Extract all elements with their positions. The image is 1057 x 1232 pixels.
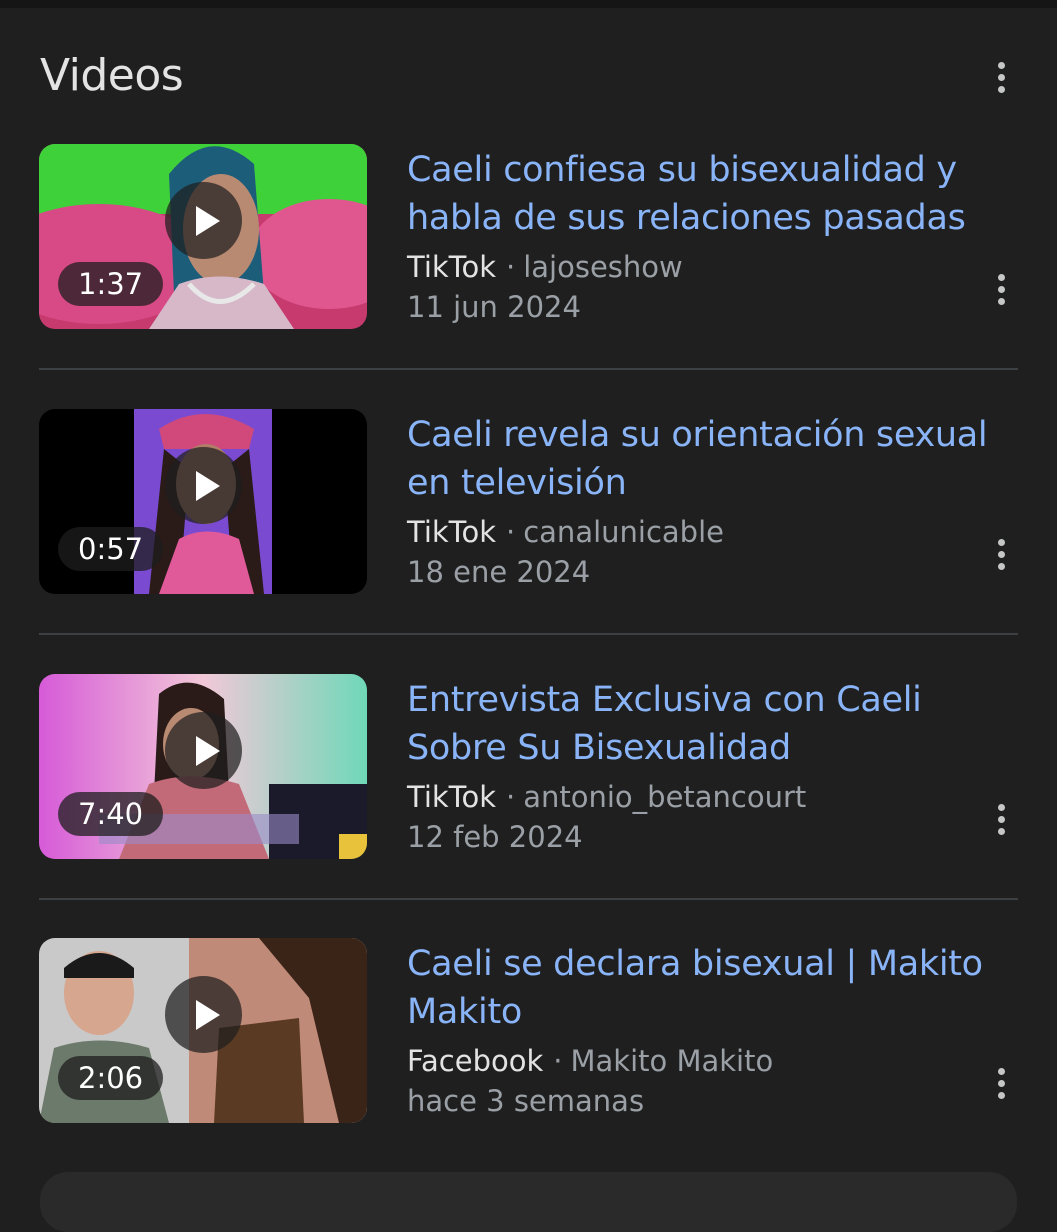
video-result[interactable]: 7:40 Entrevista Exclusiva con Caeli Sobr… [0,674,1057,938]
more-vert-icon[interactable] [994,274,1008,305]
video-title-link[interactable]: Entrevista Exclusiva con Caeli Sobre Su … [407,676,1007,772]
video-source: TikTok [407,515,496,549]
section-title: Videos [40,50,184,101]
meta-separator: · [506,780,516,814]
video-date: 12 feb 2024 [407,820,583,854]
more-vert-icon[interactable] [994,804,1008,835]
video-meta: Facebook · Makito Makito [407,1044,773,1078]
more-vert-icon[interactable] [994,1068,1008,1099]
video-channel: Makito Makito [570,1044,774,1078]
divider [39,633,1018,635]
video-channel: antonio_betancourt [523,780,807,814]
more-vert-icon[interactable] [994,62,1008,93]
video-channel: canalunicable [523,515,724,549]
video-result[interactable]: 0:57 Caeli revela su orientación sexual … [0,409,1057,673]
video-thumbnail[interactable]: 7:40 [39,674,367,859]
video-meta: TikTok · canalunicable [407,515,724,549]
divider [39,368,1018,370]
video-meta: TikTok · lajoseshow [407,250,683,284]
video-source: TikTok [407,780,496,814]
video-thumbnail[interactable]: 2:06 [39,938,367,1123]
meta-separator: · [553,1044,563,1078]
meta-separator: · [506,515,516,549]
more-vert-icon[interactable] [994,539,1008,570]
play-icon[interactable] [165,182,242,259]
video-meta: TikTok · antonio_betancourt [407,780,806,814]
play-icon[interactable] [165,976,242,1053]
video-title-link[interactable]: Caeli revela su orientación sexual en te… [407,411,1007,507]
meta-separator: · [506,250,516,284]
video-date: 11 jun 2024 [407,290,581,324]
video-result[interactable]: 2:06 Caeli se declara bisexual | Makito … [0,938,1057,1202]
play-icon[interactable] [165,712,242,789]
video-result[interactable]: 1:37 Caeli confiesa su bisexualidad y ha… [0,144,1057,408]
video-duration: 2:06 [58,1056,164,1100]
video-thumbnail[interactable]: 0:57 [39,409,367,594]
divider [39,898,1018,900]
show-more-card[interactable] [40,1172,1017,1232]
video-duration: 1:37 [58,262,164,306]
play-icon[interactable] [165,447,242,524]
video-date: hace 3 semanas [407,1084,645,1118]
video-title-link[interactable]: Caeli confiesa su bisexualidad y habla d… [407,146,1007,242]
video-source: Facebook [407,1044,544,1078]
video-duration: 0:57 [58,527,164,571]
video-date: 18 ene 2024 [407,555,591,589]
video-thumbnail[interactable]: 1:37 [39,144,367,329]
video-source: TikTok [407,250,496,284]
video-duration: 7:40 [58,792,164,836]
video-channel: lajoseshow [523,250,683,284]
video-title-link[interactable]: Caeli se declara bisexual | Makito Makit… [407,940,1007,1036]
top-edge [0,0,1057,8]
